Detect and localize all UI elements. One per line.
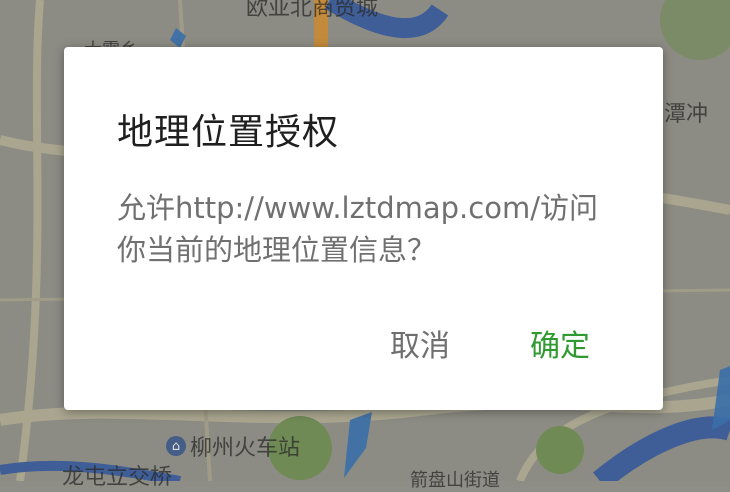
confirm-button[interactable]: 确定 <box>522 319 598 367</box>
map-label-station: ⌂ 柳州火车站 <box>166 430 300 462</box>
station-label: 柳州火车站 <box>190 436 301 461</box>
map-label-right: 潭冲 <box>664 102 709 127</box>
dialog-title: 地理位置授权 <box>117 112 340 153</box>
map-label-bottom-left: 龙屯立交桥 <box>62 465 173 490</box>
station-icon: ⌂ <box>166 436 186 456</box>
map-label-top: 欧亚北商贸城 <box>246 0 379 21</box>
map-label-bottom-mid: 箭盘山街道 <box>410 470 500 491</box>
cancel-button[interactable]: 取消 <box>382 319 458 367</box>
location-permission-dialog: 地理位置授权 允许http://www.lztdmap.com/访问你当前的地理… <box>64 47 663 410</box>
dialog-message: 允许http://www.lztdmap.com/访问你当前的地理位置信息？ <box>117 191 598 267</box>
